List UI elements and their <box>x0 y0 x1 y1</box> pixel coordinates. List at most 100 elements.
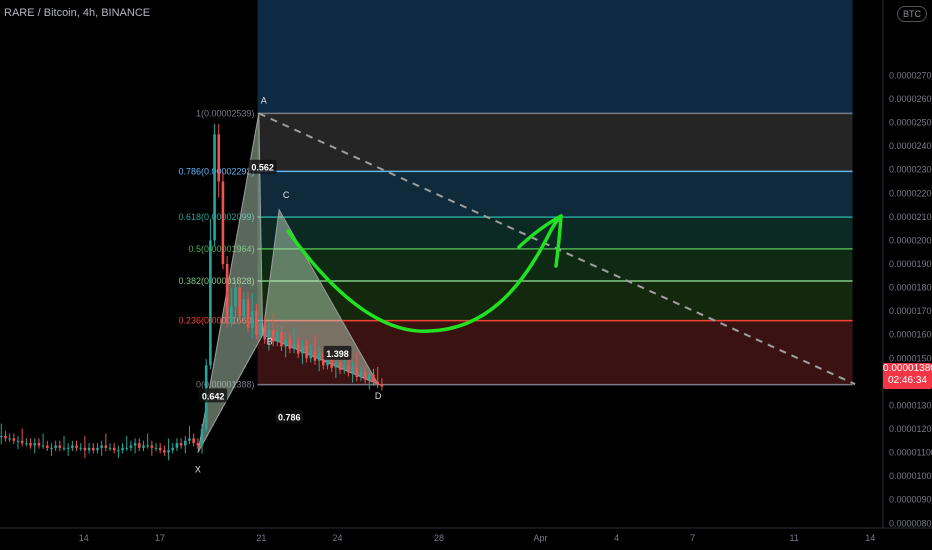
candle-body <box>154 447 158 449</box>
last-price-value: 0.00001380 <box>883 363 932 374</box>
candle-body <box>334 363 338 368</box>
pattern-ratio-label: 0.562 <box>251 163 274 173</box>
candle-body <box>133 443 137 446</box>
candle-body <box>259 322 262 335</box>
fib-level-label: 1(0.00002539) <box>196 108 255 118</box>
candle-body <box>66 447 70 449</box>
countdown-timer: 02:46:34 <box>888 375 927 386</box>
candle-body <box>75 445 78 448</box>
candle-body <box>288 339 292 349</box>
candle-body <box>363 372 367 380</box>
candle-body <box>0 436 3 438</box>
price-tick-label: 0.00002300 <box>889 165 932 175</box>
candle-body <box>225 264 229 323</box>
time-tick-label: 11 <box>790 533 799 543</box>
candle-body <box>71 445 74 448</box>
price-tick-label: 0.00001500 <box>889 353 932 363</box>
price-tick-label: 0.00002200 <box>889 188 932 198</box>
pattern-point-label: B <box>267 337 273 347</box>
candle-body <box>234 287 237 307</box>
candle-body <box>29 443 32 446</box>
candle-body <box>284 339 287 347</box>
candle-body <box>376 381 379 385</box>
price-tick-label: 0.00002400 <box>889 141 932 151</box>
price-tick-label: 0.00001700 <box>889 306 932 316</box>
time-tick-label: 4 <box>614 533 619 543</box>
candle-body <box>188 438 191 441</box>
candle-body <box>368 374 371 380</box>
candle-body <box>121 447 124 451</box>
candle-body <box>213 134 216 241</box>
candle-body <box>87 447 91 451</box>
currency-badge[interactable]: BTC <box>897 6 927 22</box>
pattern-point-label: C <box>283 190 290 200</box>
candle-body <box>112 447 116 451</box>
candle-body <box>372 374 375 382</box>
pattern-point-label: X <box>195 465 201 475</box>
last-price-tag: 0.00001380 02:46:34 <box>883 363 932 389</box>
candle-body <box>301 346 304 354</box>
candle-body <box>338 363 342 371</box>
candle-body <box>250 311 254 328</box>
candle-body <box>359 372 363 378</box>
time-tick-label: Apr <box>533 533 547 543</box>
candle-body <box>292 344 296 349</box>
pattern-point-label: D <box>375 391 382 401</box>
candle-body <box>158 447 162 451</box>
candle-body <box>355 367 359 378</box>
candle-body <box>171 447 175 451</box>
candle-body <box>221 181 225 264</box>
candle-body <box>342 365 346 371</box>
time-tick-label: 28 <box>434 533 444 543</box>
candle-body <box>167 450 170 453</box>
candle-body <box>163 450 166 453</box>
candle-body <box>313 351 317 361</box>
candle-body <box>309 351 313 359</box>
time-tick-label: 14 <box>79 533 89 543</box>
candle-body <box>200 429 204 446</box>
candle-body <box>45 445 49 448</box>
candle-body <box>209 240 212 366</box>
candle-body <box>305 346 308 359</box>
candle-body <box>125 447 129 449</box>
price-tick-label: 0.00002500 <box>889 118 932 128</box>
candle-body <box>276 332 279 342</box>
price-tick-label: 0.00002700 <box>889 70 932 80</box>
candle-body <box>246 299 250 328</box>
candle-body <box>192 438 195 444</box>
pattern-ratio-label: 0.642 <box>202 391 225 401</box>
price-tick-label: 0.00000800 <box>889 518 932 528</box>
candle-body <box>25 443 28 445</box>
candle-body <box>183 440 187 446</box>
candle-body <box>380 384 384 387</box>
candle-body <box>20 440 24 444</box>
price-tick-label: 0.00002600 <box>889 94 932 104</box>
candle-body <box>91 447 95 451</box>
fib-zone-extension <box>257 0 853 114</box>
price-tick-label: 0.00001100 <box>889 448 932 458</box>
time-tick-label: 17 <box>155 533 165 543</box>
time-tick-label: 14 <box>865 533 875 543</box>
candle-body <box>351 367 354 373</box>
candle-body <box>242 299 246 316</box>
time-tick-label: 7 <box>690 533 695 543</box>
candle-body <box>41 445 45 447</box>
fib-zone <box>257 280 853 321</box>
candle-body <box>62 447 66 449</box>
fib-level-label: 0.786(0.00002293) <box>178 166 254 176</box>
candle-body <box>217 134 221 182</box>
candle-body <box>79 447 83 449</box>
candle-body <box>83 447 87 451</box>
candle-body <box>50 447 53 449</box>
candle-body <box>296 344 300 354</box>
price-chart[interactable]: 1(0.00002539)0.786(0.00002293)0.618(0.00… <box>0 0 932 550</box>
candle-body <box>104 445 108 448</box>
candle-body <box>137 443 141 448</box>
candle-body <box>230 306 233 323</box>
price-tick-label: 0.00001600 <box>889 330 932 340</box>
price-tick-label: 0.00001900 <box>889 259 932 269</box>
candle-body <box>175 443 179 448</box>
candle-body <box>146 445 149 447</box>
chart-title: RARE / Bitcoin, 4h, BINANCE <box>4 7 151 19</box>
candle-body <box>255 311 258 335</box>
